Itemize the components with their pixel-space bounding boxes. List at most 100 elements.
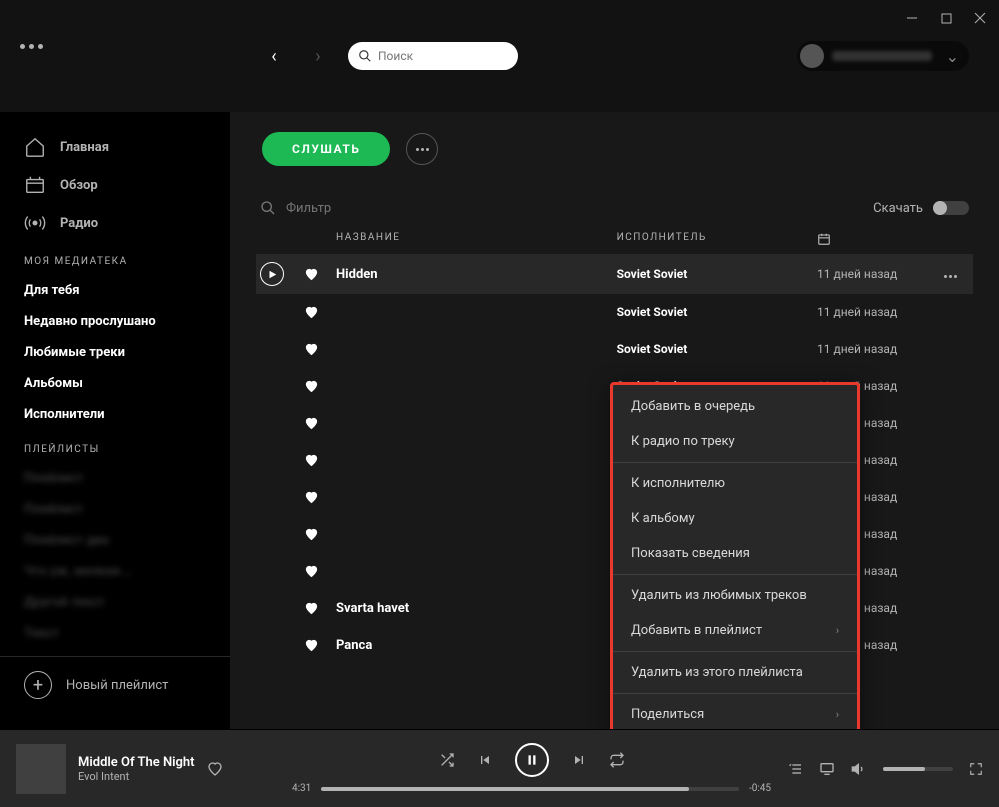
filter-input[interactable] [286,201,452,216]
new-playlist-button[interactable]: + Новый плейлист [0,656,230,713]
time-remaining: -0:45 [749,783,771,794]
minimize-button[interactable] [905,11,919,25]
browse-icon [24,174,46,196]
play-icon[interactable] [260,262,284,286]
context-menu-item[interactable]: К радио по треку [613,424,857,459]
track-artist[interactable]: Soviet Soviet [617,305,817,319]
volume-button[interactable] [851,761,867,777]
main-content: СЛУШАТЬ Скачать НАЗВАНИЕ ИСПОЛНИТЕЛЬ Hid… [230,112,999,729]
download-toggle[interactable] [933,201,969,215]
sidebar-nav-browse[interactable]: Обзор [0,166,230,204]
library-item[interactable]: Альбомы [0,368,230,399]
track-row[interactable]: Soviet Soviet11 дней назад [256,331,973,368]
volume-slider[interactable] [883,767,953,771]
radio-icon [24,212,46,234]
now-playing-cover[interactable] [16,744,66,794]
column-title[interactable]: НАЗВАНИЕ [336,232,617,246]
playlist-item[interactable]: Плейлист [0,463,230,494]
playlist-item[interactable]: Текст [0,618,230,649]
ctx-label: Добавить в плейлист [631,623,762,638]
library-item[interactable]: Недавно прослушано [0,306,230,337]
column-date[interactable] [817,232,943,246]
track-date: 11 дней назад [817,267,943,281]
context-menu-item[interactable]: Удалить из этого плейлиста [613,655,857,690]
search-icon [358,49,372,63]
heart-icon[interactable] [304,490,336,505]
close-button[interactable] [973,11,987,25]
heart-icon[interactable] [304,638,336,653]
window-titlebar [0,0,999,36]
sidebar-nav-home[interactable]: Главная [0,128,230,166]
heart-icon[interactable] [304,564,336,579]
nav-label: Обзор [60,178,98,193]
playlist-item[interactable]: Что уж, мелкая... [0,556,230,587]
user-menu[interactable]: ⌄ [797,41,969,71]
ctx-label: Показать сведения [631,546,750,561]
nav-forward-button[interactable]: › [304,42,332,70]
nav-label: Главная [60,140,109,155]
ctx-label: Удалить из любимых треков [631,588,807,603]
playlist-item[interactable]: Другой текст [0,587,230,618]
ctx-label: Добавить в очередь [631,399,755,414]
playlist-item[interactable]: Плейлист [0,494,230,525]
heart-icon[interactable] [304,379,336,394]
new-playlist-label: Новый плейлист [66,678,168,693]
track-artist[interactable]: Soviet Soviet [617,267,817,281]
context-menu-item[interactable]: К альбому [613,501,857,536]
search-input[interactable] [378,49,498,63]
track-row[interactable]: HiddenSoviet Soviet11 дней назад [256,255,973,294]
heart-icon[interactable] [304,601,336,616]
context-menu-item[interactable]: Удалить из любимых треков [613,578,857,613]
chevron-down-icon: ⌄ [946,47,959,66]
heart-icon[interactable] [304,453,336,468]
nav-back-button[interactable]: ‹ [260,42,288,70]
home-icon [24,136,46,158]
context-menu-item[interactable]: Добавить в очередь [613,389,857,424]
repeat-button[interactable] [609,752,625,768]
fullscreen-button[interactable] [969,762,983,776]
shuffle-button[interactable] [439,752,455,768]
library-item[interactable]: Для тебя [0,275,230,306]
chevron-right-icon: › [836,624,839,637]
track-list-header: НАЗВАНИЕ ИСПОЛНИТЕЛЬ [256,224,973,255]
pause-button[interactable] [515,743,549,777]
previous-button[interactable] [477,752,493,768]
heart-icon[interactable] [304,416,336,431]
track-more-button[interactable] [943,267,969,282]
context-menu-item[interactable]: Добавить в плейлист › [613,613,857,648]
chevron-right-icon: › [836,708,839,721]
maximize-button[interactable] [939,11,953,25]
ctx-label: К альбому [631,511,695,526]
track-date: 11 дней назад [817,305,943,319]
play-all-button[interactable]: СЛУШАТЬ [262,132,390,166]
heart-icon[interactable] [207,761,223,777]
ctx-label: К исполнителю [631,476,725,491]
download-label: Скачать [873,201,923,216]
next-button[interactable] [571,752,587,768]
progress-bar[interactable] [321,787,739,791]
track-title: Hidden [336,267,617,282]
heart-icon[interactable] [304,342,336,357]
heart-icon[interactable] [304,305,336,320]
heart-icon[interactable] [304,527,336,542]
queue-button[interactable] [787,761,803,777]
playlists-header: ПЛЕЙЛИСТЫ [0,430,230,463]
library-item[interactable]: Исполнители [0,399,230,430]
ctx-label: Удалить из этого плейлиста [631,665,803,680]
context-menu-item[interactable]: К исполнителю [613,466,857,501]
context-menu-item[interactable]: Показать сведения [613,536,857,571]
heart-icon[interactable] [304,267,336,282]
now-playing-artist[interactable]: Evol Intent [78,770,195,783]
search-box[interactable] [348,42,518,70]
track-artist[interactable]: Soviet Soviet [617,342,817,356]
track-row[interactable]: Soviet Soviet11 дней назад [256,294,973,331]
library-item[interactable]: Любимые треки [0,337,230,368]
track-title: Svarta havet [336,601,617,616]
context-menu-item[interactable]: Поделиться› [613,697,857,729]
playlist-item[interactable]: Плейлист два [0,525,230,556]
more-options-button[interactable] [406,133,438,165]
column-artist[interactable]: ИСПОЛНИТЕЛЬ [617,232,817,246]
sidebar-nav-radio[interactable]: Радио [0,204,230,242]
now-playing-title[interactable]: Middle Of The Night [78,755,195,770]
devices-button[interactable] [819,761,835,777]
